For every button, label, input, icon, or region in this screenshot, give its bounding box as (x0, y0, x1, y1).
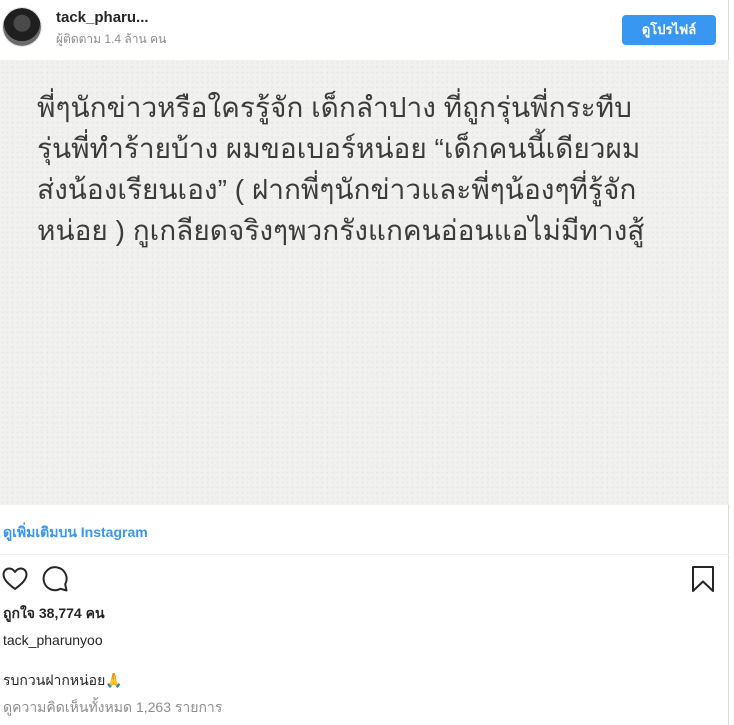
post-header: tack_pharu... ผู้ติดตาม 1.4 ล้าน คน ดูโป… (0, 0, 729, 60)
instagram-embed: tack_pharu... ผู้ติดตาม 1.4 ล้าน คน ดูโป… (0, 0, 729, 725)
like-count[interactable]: ถูกใจ 38,774 คน (3, 603, 105, 625)
follower-count: ผู้ติดตาม 1.4 ล้าน คน (56, 32, 167, 46)
caption-username[interactable]: tack_pharunyoo (3, 632, 103, 648)
view-comments-link[interactable]: ดูความคิดเห็นทั้งหมด 1,263 รายการ (3, 697, 222, 719)
view-profile-button[interactable]: ดูโปรไฟล์ (622, 15, 716, 45)
avatar[interactable] (3, 8, 41, 46)
post-image-text: พี่ๆนักข่าวหรือใครรู้จัก เด็กลำปาง ที่ถู… (37, 92, 645, 246)
bookmark-icon[interactable] (690, 565, 716, 593)
header-username[interactable]: tack_pharu... (56, 9, 149, 26)
divider (0, 554, 729, 555)
caption-text: รบกวนฝากหน่อย🙏 (3, 672, 123, 688)
heart-icon[interactable] (1, 565, 29, 593)
post-image[interactable]: พี่ๆนักข่าวหรือใครรู้จัก เด็กลำปาง ที่ถู… (0, 60, 729, 505)
avatar-image (3, 8, 41, 46)
comment-icon[interactable] (41, 565, 69, 593)
view-more-link[interactable]: ดูเพิ่มเติมบน Instagram (3, 522, 148, 544)
